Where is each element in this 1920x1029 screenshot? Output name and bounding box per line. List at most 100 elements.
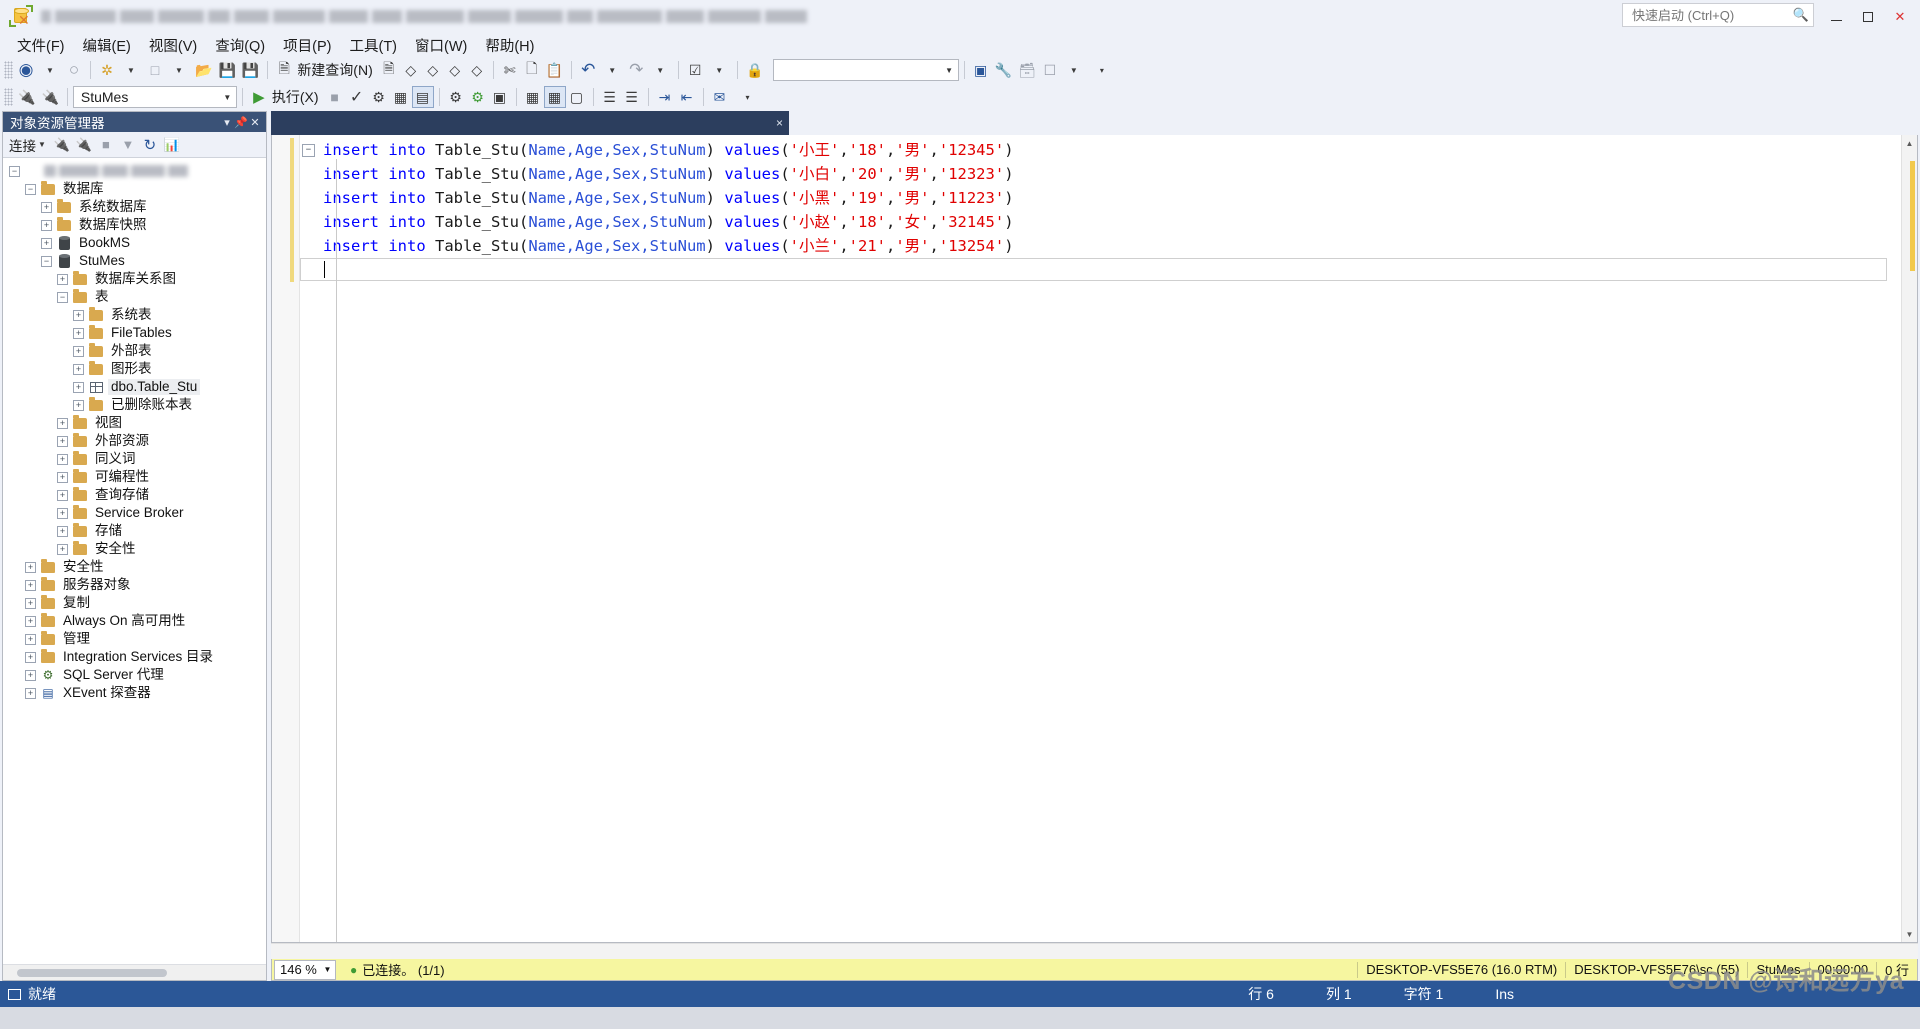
expand-icon[interactable]: + [41, 219, 52, 231]
new-query-label[interactable]: 新建查询(N) [295, 60, 377, 80]
undo-icon[interactable]: ↶ [577, 59, 599, 81]
menu-view[interactable]: 视图(V) [140, 33, 206, 58]
query-toolbar-overflow-icon[interactable]: ▾ [737, 86, 759, 108]
tree-node[interactable]: + 图形表 [3, 360, 266, 378]
menu-help[interactable]: 帮助(H) [476, 33, 543, 58]
tree-node[interactable]: + 存储 [3, 522, 266, 540]
tree-node[interactable]: + 已删除账本表 [3, 396, 266, 414]
scroll-up-icon[interactable]: ▲ [1902, 135, 1917, 151]
chevron-down-icon[interactable]: ▼ [219, 93, 236, 102]
checked-box-dropdown-icon[interactable]: ▼ [708, 59, 730, 81]
quick-launch-input[interactable] [1630, 6, 1790, 24]
editor-hscrollbar[interactable] [271, 943, 1918, 959]
new-dmx-query-icon[interactable]: ◇ [422, 59, 444, 81]
expand-icon[interactable]: + [25, 651, 36, 663]
menu-tools[interactable]: 工具(T) [340, 33, 406, 58]
stop-icon[interactable]: ■ [95, 135, 117, 155]
code-line[interactable]: insert into Table_Stu(Name,Age,Sex,StuNu… [300, 162, 1917, 186]
execute-icon[interactable]: ▶ [248, 86, 270, 108]
chevron-down-icon[interactable]: ▾ [220, 116, 234, 129]
tree-node[interactable]: + ▤ XEvent 探查器 [3, 684, 266, 702]
expand-icon[interactable]: + [73, 399, 84, 411]
include-actual-plan-icon[interactable]: ▤ [411, 86, 434, 108]
tree-node[interactable]: − [3, 162, 266, 180]
new-query-icon[interactable]: 🗎 [273, 59, 295, 81]
tree-node[interactable]: + 外部资源 [3, 432, 266, 450]
lock-icon[interactable]: 🔒 [743, 59, 766, 81]
refresh-icon[interactable]: ↻ [139, 135, 161, 155]
redo-dropdown-icon[interactable]: ▼ [649, 59, 671, 81]
expand-icon[interactable]: + [57, 417, 68, 429]
scrollbar-thumb[interactable] [17, 969, 167, 977]
new-dax-query-icon[interactable]: ◇ [466, 59, 488, 81]
scroll-down-icon[interactable]: ▼ [1902, 926, 1917, 942]
close-button[interactable]: ✕ [1884, 4, 1916, 30]
copy-icon[interactable]: 🗋 [521, 59, 543, 81]
zoom-level-combo[interactable]: 146 % ▼ [274, 959, 336, 980]
current-code-line[interactable] [300, 258, 1887, 281]
expand-icon[interactable]: + [57, 489, 68, 501]
indent-icon[interactable]: ⇥ [654, 86, 676, 108]
expand-icon[interactable]: + [25, 561, 36, 573]
new-xmla-query-icon[interactable]: ◇ [444, 59, 466, 81]
expand-icon[interactable]: + [73, 345, 84, 357]
toolbar-empty-combo[interactable]: ▼ [772, 59, 959, 81]
editor-tab[interactable]: × [271, 111, 790, 135]
save-all-icon[interactable]: 💾 [239, 59, 262, 81]
tree-node[interactable]: + BookMS [3, 234, 266, 252]
stop-icon[interactable]: ■ [324, 86, 346, 108]
object-explorer-tree[interactable]: − − 数据库 + 系统数据库 + 数据库快照 + BookMS − StuMes + 数据库关系图 − 表… [3, 158, 266, 964]
new-mdx-query-icon[interactable]: ◇ [400, 59, 422, 81]
expand-icon[interactable]: + [57, 453, 68, 465]
code-area[interactable]: − insert into Table_Stu(Name,Age,Sex,StuN… [300, 135, 1917, 942]
tree-node[interactable]: − StuMes [3, 252, 266, 270]
expand-icon[interactable]: + [57, 525, 68, 537]
tree-node[interactable]: + FileTables [3, 324, 266, 342]
tree-node[interactable]: + 系统数据库 [3, 198, 266, 216]
expand-icon[interactable]: + [57, 273, 68, 285]
collapse-icon[interactable]: − [25, 183, 36, 195]
expand-icon[interactable]: + [73, 327, 84, 339]
connect-plug-icon[interactable]: 🔌 [51, 135, 73, 155]
menu-edit[interactable]: 编辑(E) [74, 33, 140, 58]
live-query-stats-icon[interactable]: ⚙ [445, 86, 467, 108]
expand-icon[interactable]: + [57, 543, 68, 555]
minimize-button[interactable] [1820, 4, 1852, 30]
expand-icon[interactable]: + [41, 201, 52, 213]
expand-icon[interactable]: + [57, 471, 68, 483]
new-project-icon[interactable]: ✲ [96, 59, 118, 81]
save-icon[interactable]: 💾 [215, 59, 238, 81]
expand-icon[interactable]: + [73, 381, 84, 393]
toolbar-grip[interactable] [4, 61, 13, 79]
xml-icon[interactable]: ▣ [970, 59, 992, 81]
navigate-back-dropdown-icon[interactable]: ▼ [39, 59, 61, 81]
collapse-icon[interactable]: − [57, 291, 68, 303]
cut-icon[interactable]: ✄ [499, 59, 521, 81]
close-icon[interactable]: × [776, 116, 783, 130]
specify-values-icon[interactable]: ✉ [709, 86, 731, 108]
tree-node[interactable]: + 数据库关系图 [3, 270, 266, 288]
menu-window[interactable]: 窗口(W) [406, 33, 476, 58]
tree-node[interactable]: + 数据库快照 [3, 216, 266, 234]
code-line[interactable]: insert into Table_Stu(Name,Age,Sex,StuNu… [300, 210, 1917, 234]
new-project-dropdown-icon[interactable]: ▼ [120, 59, 142, 81]
object-explorer-hscrollbar[interactable] [3, 964, 266, 980]
expand-icon[interactable]: + [57, 507, 68, 519]
code-line[interactable]: insert into Table_Stu(Name,Age,Sex,StuNu… [300, 186, 1917, 210]
editor-vscrollbar[interactable]: ▲ ▼ [1901, 135, 1917, 942]
open-file-icon[interactable]: 📂 [192, 59, 215, 81]
expand-icon[interactable]: + [57, 435, 68, 447]
new-item-dropdown-icon[interactable]: ▼ [168, 59, 190, 81]
menu-file[interactable]: 文件(F) [8, 33, 74, 58]
results-to-grid-icon[interactable]: ▦ [543, 86, 566, 108]
tree-node[interactable]: + 安全性 [3, 558, 266, 576]
menu-project[interactable]: 项目(P) [274, 33, 340, 58]
expand-icon[interactable]: + [25, 615, 36, 627]
tree-node[interactable]: + 系统表 [3, 306, 266, 324]
pin-icon[interactable]: 📌 [234, 116, 248, 129]
tree-node[interactable]: + 视图 [3, 414, 266, 432]
available-databases-combo[interactable]: StuMes ▼ [72, 86, 237, 108]
navigate-back-icon[interactable]: ◉ [15, 59, 37, 81]
tree-node[interactable]: + 同义词 [3, 450, 266, 468]
execute-label[interactable]: 执行(X) [270, 87, 324, 107]
